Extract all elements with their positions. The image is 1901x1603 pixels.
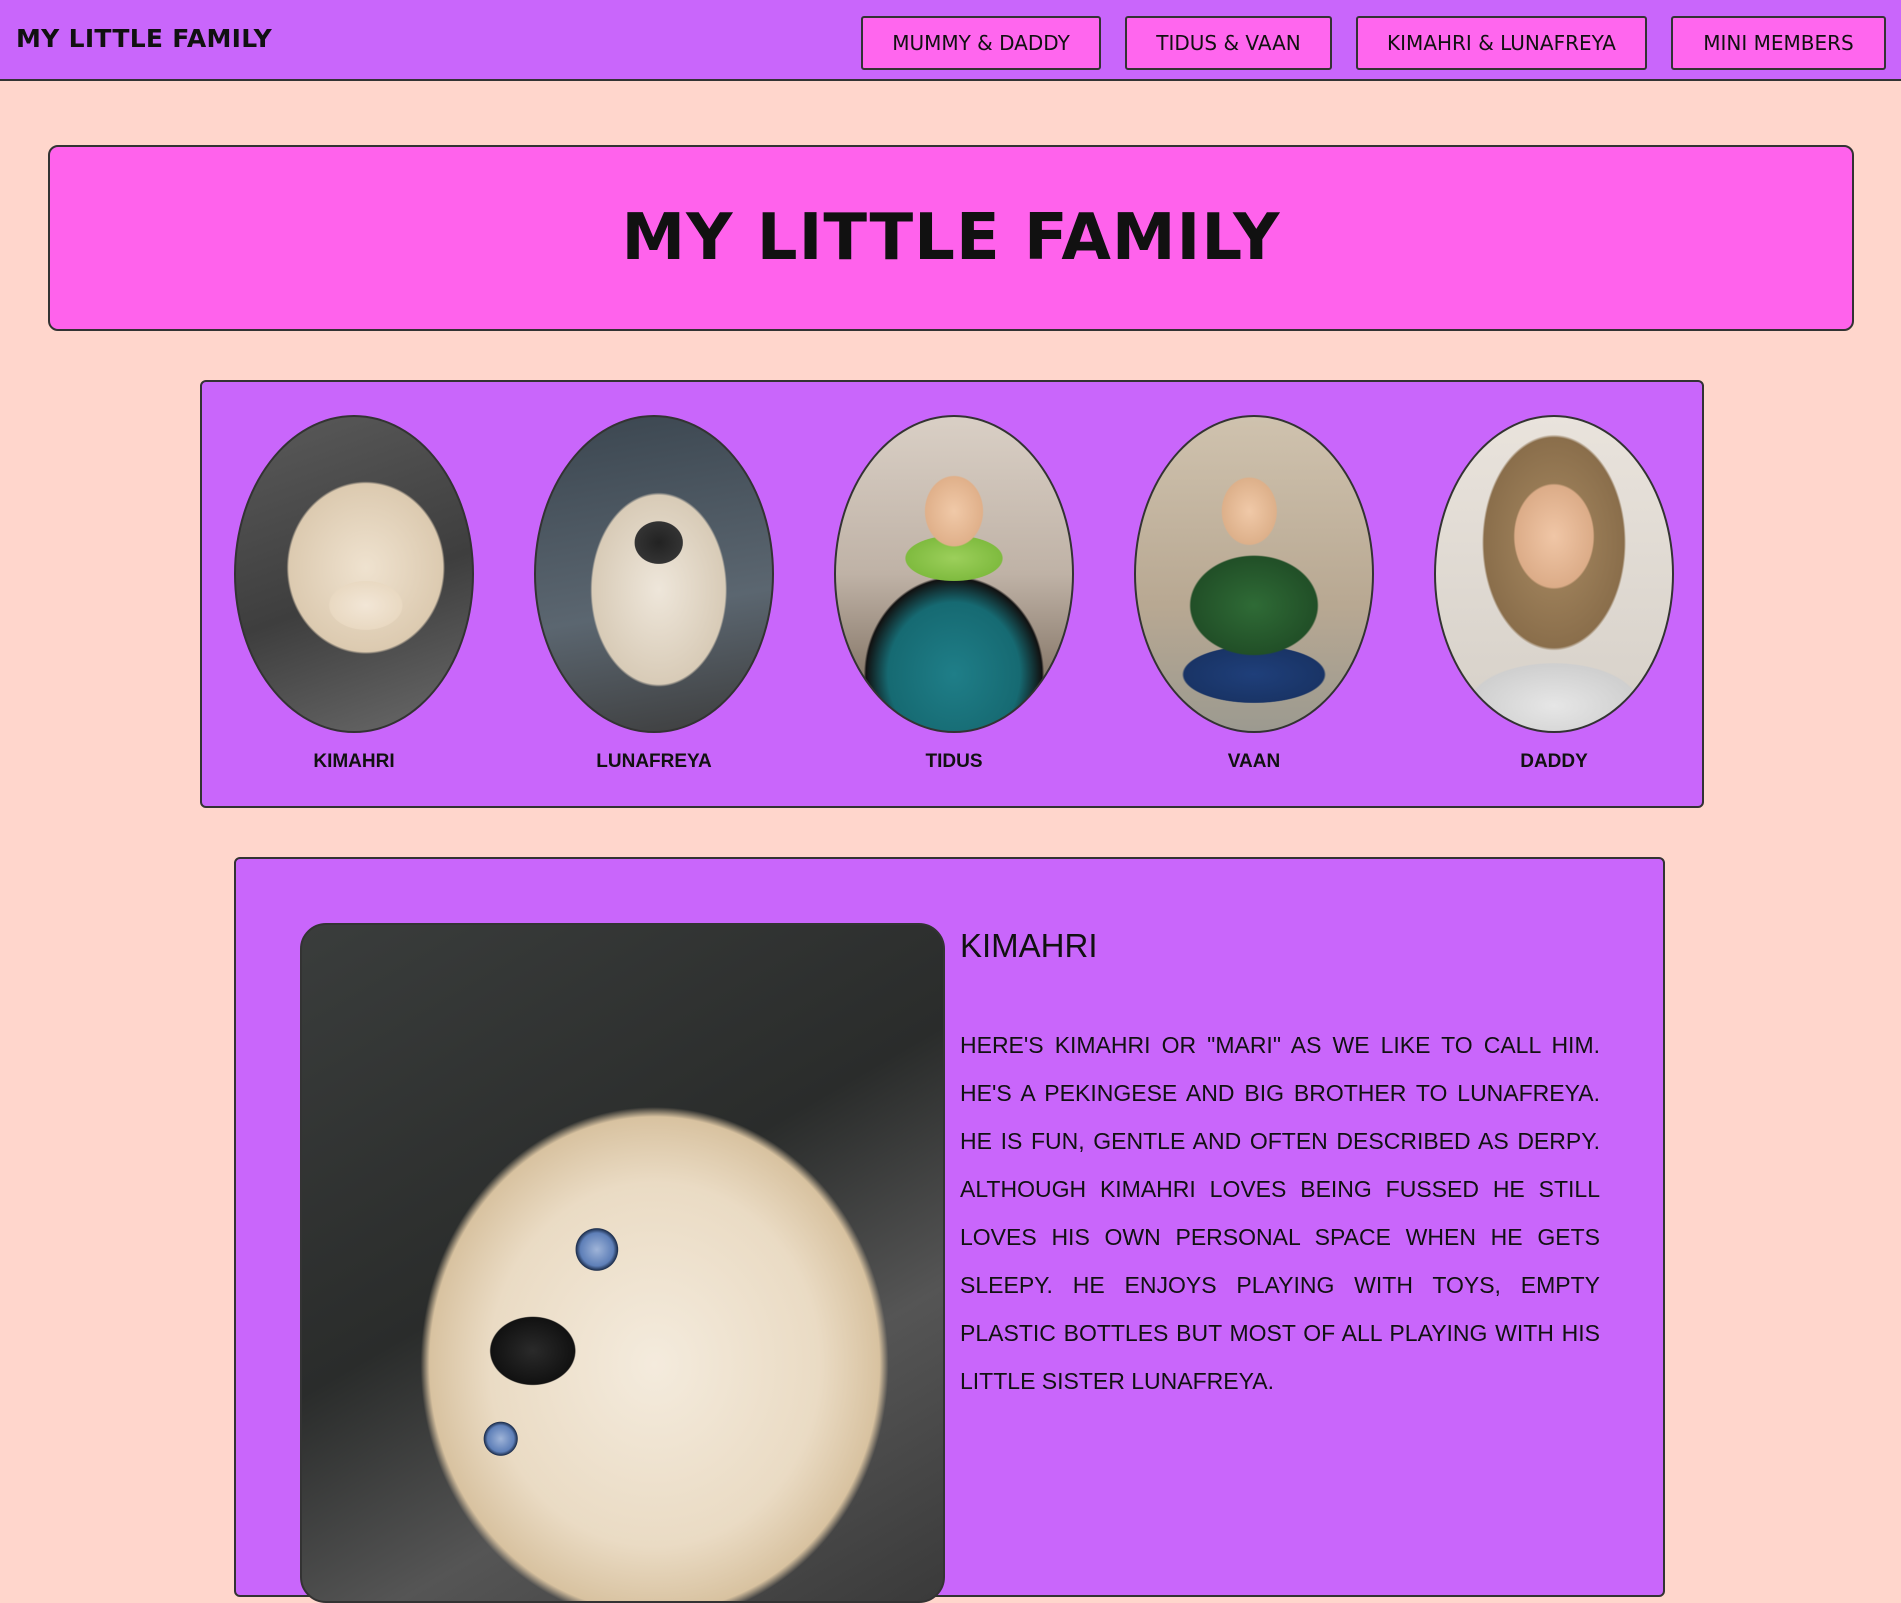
member-photo-lunafreya[interactable] xyxy=(534,415,774,733)
member-card-daddy[interactable]: DADDY xyxy=(1434,415,1674,773)
hero-banner: MY LITTLE FAMILY xyxy=(48,145,1854,331)
member-name: VAAN xyxy=(1227,751,1281,772)
nav-mini-members-button[interactable]: MINI MEMBERS xyxy=(1671,16,1886,70)
member-name: LUNAFREYA xyxy=(596,751,712,772)
detail-description: HERE'S KIMAHRI OR "MARI" AS WE LIKE TO C… xyxy=(960,1032,1600,1394)
member-name: TIDUS xyxy=(925,751,983,772)
members-gallery: KIMAHRI LUNAFREYA TIDUS VAAN DADDY xyxy=(200,380,1704,808)
member-card-kimahri[interactable]: KIMAHRI xyxy=(234,415,474,773)
detail-photo xyxy=(300,923,945,1603)
member-card-tidus[interactable]: TIDUS xyxy=(834,415,1074,773)
member-card-vaan[interactable]: VAAN xyxy=(1134,415,1374,773)
nav-mummy-daddy-button[interactable]: MUMMY & DADDY xyxy=(861,16,1101,70)
member-card-lunafreya[interactable]: LUNAFREYA xyxy=(534,415,774,773)
member-photo-daddy[interactable] xyxy=(1434,415,1674,733)
member-photo-vaan[interactable] xyxy=(1134,415,1374,733)
hero-title: MY LITTLE FAMILY xyxy=(621,201,1281,275)
member-photo-tidus[interactable] xyxy=(834,415,1074,733)
brand-logo-text[interactable]: MY LITTLE FAMILY xyxy=(16,24,272,53)
nav-tidus-vaan-button[interactable]: TIDUS & VAAN xyxy=(1125,16,1332,70)
detail-title: KIMAHRI xyxy=(960,927,1098,964)
member-name: DADDY xyxy=(1520,751,1588,772)
nav-kimahri-lunafreya-button[interactable]: KIMAHRI & LUNAFREYA xyxy=(1356,16,1647,70)
member-name: KIMAHRI xyxy=(313,751,395,772)
member-detail-card: KIMAHRI HERE'S KIMAHRI OR "MARI" AS WE L… xyxy=(234,857,1665,1603)
top-navbar: MY LITTLE FAMILY MUMMY & DADDY TIDUS & V… xyxy=(0,0,1901,81)
member-photo-kimahri[interactable] xyxy=(234,415,474,733)
